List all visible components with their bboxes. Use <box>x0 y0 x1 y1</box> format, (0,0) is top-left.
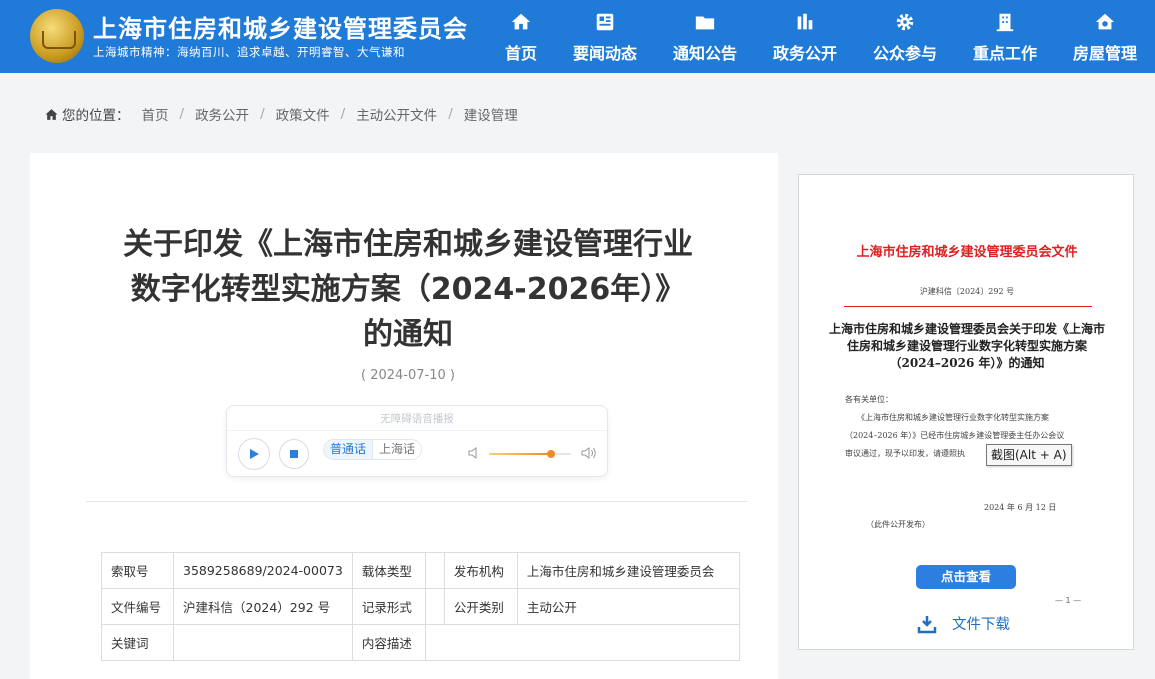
stop-button[interactable] <box>279 439 309 469</box>
building-icon <box>996 13 1014 32</box>
doc-body-line: 各有关单位： <box>845 395 893 404</box>
doc-body-line: （2024–2026 年）》已经市住房城乡建设管理委主任办公会议 <box>845 431 1065 440</box>
doc-number: 沪建科信〔2024〕292 号 <box>919 287 1015 296</box>
download-icon <box>917 615 937 633</box>
player-divider <box>227 430 607 431</box>
nav-housing[interactable]: 房屋管理 <box>1073 0 1137 73</box>
breadcrumb-separator: / <box>260 106 265 122</box>
table-cell <box>424 588 445 625</box>
audio-player: 无障碍语音播报 普通话 上海话 <box>226 405 608 477</box>
table-cell: 内容描述 <box>351 624 426 661</box>
nav-participation[interactable]: 公众参与 <box>873 0 937 73</box>
doc-note: （此件公开发布） <box>866 520 930 529</box>
table-row: 文件编号 沪建科信（2024）292 号 记录形式 公开类别 主动公开 <box>101 588 740 625</box>
table-cell: 关键词 <box>101 624 174 661</box>
table-cell: 公开类别 <box>443 588 518 625</box>
table-cell: 上海市住房和城乡建设管理委员会 <box>516 552 740 589</box>
nav-label: 首页 <box>505 44 538 63</box>
nav-label: 公众参与 <box>873 44 938 63</box>
screenshot-tooltip: 截图(Alt + A) <box>986 444 1072 466</box>
table-cell <box>424 552 445 589</box>
breadcrumb-item-construction[interactable]: 建设管理 <box>464 104 518 124</box>
table-cell: 沪建科信（2024）292 号 <box>173 588 353 625</box>
content-divider <box>86 501 748 502</box>
table-cell: 索取号 <box>101 552 174 589</box>
breadcrumb-prefix: 您的位置： <box>62 108 130 124</box>
table-row: 关键词 内容描述 <box>101 624 740 661</box>
dialect-switch: 普通话 上海话 <box>323 439 423 460</box>
dialect-shanghainese[interactable]: 上海话 <box>372 440 421 459</box>
table-cell: 发布机构 <box>443 552 518 589</box>
doc-red-rule <box>844 306 1092 307</box>
newspaper-icon <box>596 13 614 31</box>
doc-title: 上海市住房和城乡建设管理委员会关于印发《上海市住房和城乡建设管理行业数字化转型实… <box>829 322 1106 370</box>
bar-chart-icon <box>797 13 813 30</box>
article-title: 关于印发《上海市住房和城乡建设管理行业数字化转型实施方案（2024-2026年）… <box>123 227 693 352</box>
site-header: 上海市住房和城乡建设管理委员会 上海城市精神：海纳百川、追求卓越、开明睿智、大气… <box>0 0 1155 73</box>
site-title[interactable]: 上海市住房和城乡建设管理委员会 <box>93 9 468 44</box>
nav-label: 重点工作 <box>973 44 1038 63</box>
stop-icon <box>290 450 298 458</box>
site-motto: 上海城市精神：海纳百川、追求卓越、开明睿智、大气谦和 <box>93 45 405 59</box>
breadcrumb-separator: / <box>340 106 346 122</box>
breadcrumb-item-active-files[interactable]: 主动公开文件 <box>356 104 437 124</box>
doc-body-line: 《上海市住房和城乡建设管理行业数字化转型实施方案 <box>845 413 1049 422</box>
download-link[interactable]: 文件下载 <box>917 613 1010 634</box>
volume-slider[interactable] <box>489 450 571 458</box>
doc-date: 2024 年 6 月 12 日 <box>984 503 1057 512</box>
nav-label: 通知公告 <box>673 44 738 63</box>
gear-icon <box>896 13 914 31</box>
nav-notices[interactable]: 通知公告 <box>673 0 737 73</box>
breadcrumb-item-gov-affairs[interactable]: 政务公开 <box>195 104 249 124</box>
table-cell <box>173 624 353 661</box>
dialect-mandarin[interactable]: 普通话 <box>324 440 373 459</box>
play-button[interactable] <box>238 438 270 470</box>
article-date: ( 2024-07-10 ) <box>361 368 455 383</box>
home-icon <box>45 108 58 120</box>
doc-header: 上海市住房和城乡建设管理委员会文件 <box>856 245 1078 260</box>
table-cell <box>424 624 740 661</box>
folder-icon <box>695 16 715 30</box>
nav-news[interactable]: 要闻动态 <box>573 0 637 73</box>
volume-low-icon[interactable] <box>467 446 481 460</box>
player-title: 无障碍语音播报 <box>380 413 454 425</box>
view-document-button[interactable]: 点击查看 <box>916 565 1016 589</box>
breadcrumb-separator: / <box>179 106 185 122</box>
nav-home[interactable]: 首页 <box>505 0 537 73</box>
table-cell: 3589258689/2024-00073 <box>173 552 353 589</box>
nav-label: 政务公开 <box>773 44 838 63</box>
nav-label: 房屋管理 <box>1073 44 1138 63</box>
volume-high-icon[interactable] <box>580 445 598 461</box>
table-cell: 文件编号 <box>101 588 174 625</box>
table-cell: 记录形式 <box>351 588 426 625</box>
play-icon <box>250 449 259 459</box>
home-icon <box>511 13 531 30</box>
doc-page-number: — 1 — <box>1055 596 1082 605</box>
breadcrumb-item-policy[interactable]: 政策文件 <box>276 104 330 124</box>
download-label: 文件下载 <box>952 617 1010 633</box>
breadcrumb-item-home[interactable]: 首页 <box>142 104 169 124</box>
breadcrumb: 您的位置： 首页 / 政务公开 / 政策文件 / 主动公开文件 / 建设管理 <box>45 104 518 124</box>
volume-knob[interactable] <box>546 450 555 458</box>
volume-fill <box>489 453 551 455</box>
site-logo[interactable] <box>30 9 84 63</box>
table-cell: 载体类型 <box>351 552 426 589</box>
nav-gov-affairs[interactable]: 政务公开 <box>773 0 837 73</box>
house-icon <box>1095 13 1115 30</box>
nav-label: 要闻动态 <box>573 44 638 63</box>
table-row: 索取号 3589258689/2024-00073 载体类型 发布机构 上海市住… <box>101 552 740 589</box>
nav-key-work[interactable]: 重点工作 <box>973 0 1037 73</box>
table-cell: 主动公开 <box>516 588 740 625</box>
breadcrumb-separator: / <box>448 106 453 122</box>
info-table: 索取号 3589258689/2024-00073 载体类型 发布机构 上海市住… <box>101 552 740 661</box>
